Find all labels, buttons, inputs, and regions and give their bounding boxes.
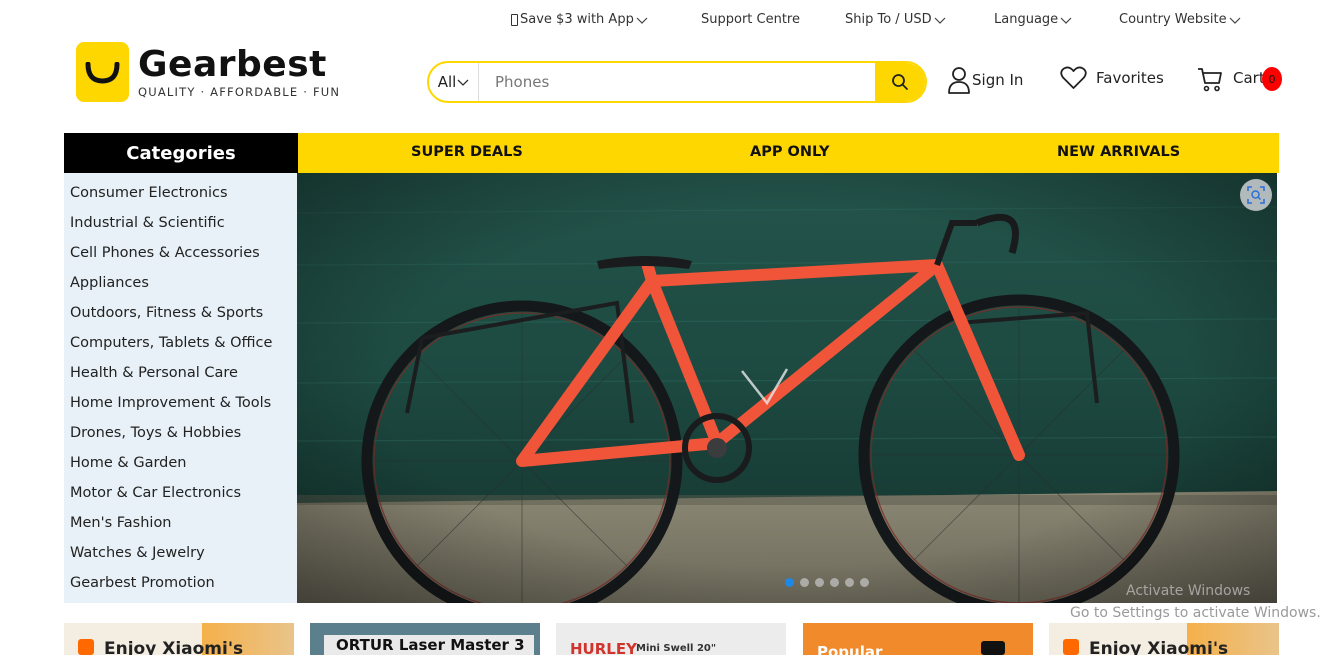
carousel-dot[interactable] [815, 578, 824, 587]
phone-icon [511, 13, 518, 26]
search-category-label: All [437, 73, 457, 91]
carousel-dot[interactable] [785, 578, 794, 587]
sidebar-item-cell-phones[interactable]: Cell Phones & Accessories [64, 241, 297, 271]
country-website-label: Country Website [1119, 12, 1227, 27]
country-website-dropdown[interactable]: Country Website [1119, 12, 1241, 27]
nav-new-arrivals[interactable]: NEW ARRIVALS [1057, 144, 1180, 160]
favorites-link[interactable]: Favorites [1060, 66, 1164, 90]
logo-tagline: QUALITY · AFFORDABLE · FUN [138, 84, 341, 99]
sidebar-item-mens-fashion[interactable]: Men's Fashion [64, 511, 297, 541]
sign-in-link[interactable]: Sign In [947, 66, 1023, 94]
sidebar-item-consumer-electronics[interactable]: Consumer Electronics [64, 181, 297, 211]
nav-super-deals[interactable]: SUPER DEALS [411, 144, 523, 160]
search-category-dropdown[interactable]: All [429, 63, 479, 101]
categories-label: Categories [126, 142, 236, 164]
user-icon [948, 67, 970, 94]
chevron-down-icon [1060, 17, 1072, 24]
sidebar-item-appliances[interactable]: Appliances [64, 271, 297, 301]
carousel-dots [785, 578, 869, 587]
promo-card-xiaomi[interactable]: Enjoy Xiaomi's [64, 623, 294, 655]
sign-in-label: Sign In [972, 71, 1024, 89]
chevron-down-icon [457, 79, 469, 86]
sidebar-item-drones-toys[interactable]: Drones, Toys & Hobbies [64, 421, 297, 451]
chevron-down-icon [934, 17, 946, 24]
ship-to-label: Ship To / USD [845, 12, 932, 27]
cart-label: Cart [1233, 69, 1265, 87]
sidebar-item-home-improvement[interactable]: Home Improvement & Tools [64, 391, 297, 421]
promo-strip: Enjoy Xiaomi's ORTUR Laser Master 3 HURL… [0, 623, 1343, 655]
cart-count-badge: 0 [1262, 67, 1282, 91]
language-dropdown[interactable]: Language [994, 12, 1072, 27]
sidebar-item-industrial-scientific[interactable]: Industrial & Scientific [64, 211, 297, 241]
hero-banner[interactable] [297, 173, 1277, 603]
gearbest-logo[interactable]: Gearbest QUALITY · AFFORDABLE · FUN [76, 42, 340, 102]
search-button[interactable] [875, 63, 925, 101]
main-navigation: Categories SUPER DEALS APP ONLY NEW ARRI… [64, 133, 1279, 173]
mi-logo-icon [1063, 639, 1079, 655]
logo-icon [76, 42, 129, 102]
search-icon [892, 74, 908, 90]
sidebar-item-home-garden[interactable]: Home & Garden [64, 451, 297, 481]
carousel-dot[interactable] [800, 578, 809, 587]
carousel-dot[interactable] [860, 578, 869, 587]
app-download-link[interactable]: Save $3 with App [511, 12, 648, 27]
search-bar: All [427, 61, 927, 103]
promo-text-xiaomi: Enjoy Xiaomi's [104, 639, 244, 655]
nav-links: SUPER DEALS APP ONLY NEW ARRIVALS [298, 133, 1279, 173]
sidebar-item-watches-jewelry[interactable]: Watches & Jewelry [64, 541, 297, 571]
sidebar-item-motor-car[interactable]: Motor & Car Electronics [64, 481, 297, 511]
cart-icon [1198, 68, 1222, 92]
support-centre-label: Support Centre [701, 12, 800, 27]
language-label: Language [994, 12, 1059, 27]
visual-search-button[interactable] [1240, 179, 1272, 211]
os-activation-heading: Activate Windows [1126, 583, 1251, 599]
promo-card-hurley[interactable]: HURLEY Mini Swell 20" [556, 623, 786, 655]
promo-text-popular: Popular [817, 643, 883, 655]
categories-tab[interactable]: Categories [64, 133, 298, 173]
promo-text-hurley: HURLEY [570, 640, 637, 655]
carousel-dot[interactable] [830, 578, 839, 587]
os-activation-watermark: Go to Settings to activate Windows. [1070, 605, 1321, 621]
cart-link[interactable]: Cart [1197, 67, 1265, 93]
support-centre-link[interactable]: Support Centre [701, 12, 800, 27]
ship-to-currency-dropdown[interactable]: Ship To / USD [845, 12, 946, 27]
sidebar-item-computers-tablets[interactable]: Computers, Tablets & Office [64, 331, 297, 361]
nav-app-only[interactable]: APP ONLY [750, 144, 829, 160]
promo-card-popular[interactable]: Popular [803, 623, 1033, 655]
chevron-down-icon [1229, 17, 1241, 24]
category-sidebar: Consumer Electronics Industrial & Scient… [64, 173, 297, 603]
sidebar-item-outdoors-fitness[interactable]: Outdoors, Fitness & Sports [64, 301, 297, 331]
app-download-label: Save $3 with App [520, 12, 634, 27]
promo-text-xiaomi-2: Enjoy Xiaomi's [1089, 639, 1229, 655]
bicycle-banner-image [297, 173, 1277, 603]
favorites-label: Favorites [1096, 69, 1164, 87]
promo-text-ortur: ORTUR Laser Master 3 [336, 636, 525, 654]
top-utility-bar: Save $3 with App Support Centre Ship To … [0, 10, 1343, 34]
visual-search-icon [1247, 186, 1265, 204]
search-input[interactable] [479, 63, 875, 101]
carousel-dot[interactable] [845, 578, 854, 587]
promo-card-ortur[interactable]: ORTUR Laser Master 3 [310, 623, 540, 655]
mi-logo-icon [78, 639, 94, 655]
sidebar-item-health-personal-care[interactable]: Health & Personal Care [64, 361, 297, 391]
sidebar-item-gearbest-promotion[interactable]: Gearbest Promotion [64, 571, 297, 601]
heart-icon [1060, 66, 1087, 89]
chevron-down-icon [636, 17, 648, 24]
logo-name: Gearbest [138, 43, 327, 85]
promo-card-xiaomi-2[interactable]: Enjoy Xiaomi's [1049, 623, 1279, 655]
promo-subtext-hurley: Mini Swell 20" [636, 643, 717, 654]
